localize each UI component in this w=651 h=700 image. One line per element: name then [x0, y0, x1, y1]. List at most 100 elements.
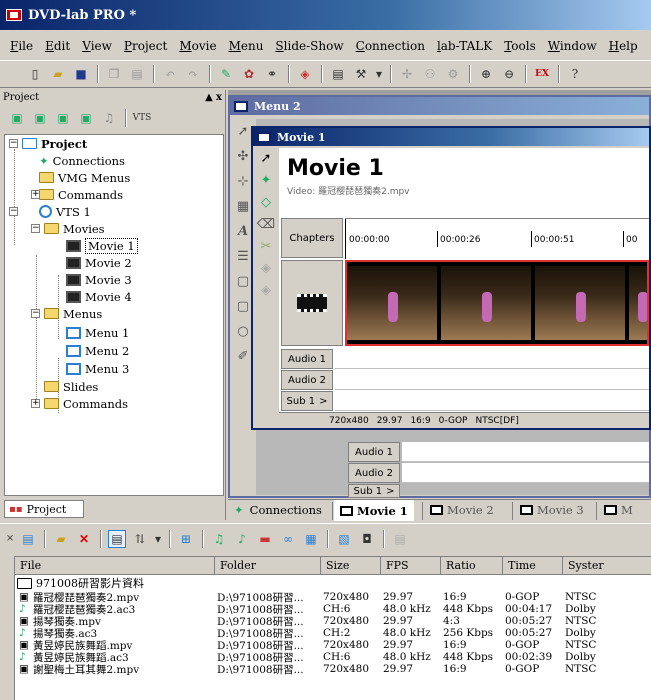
column-system[interactable]: Syster	[563, 557, 651, 575]
disabled-icon[interactable]: ▤	[391, 530, 409, 548]
audio1-lane[interactable]	[335, 349, 649, 369]
collapse-toggle[interactable]: −	[9, 139, 18, 148]
copy-icon[interactable]: ❐	[105, 65, 123, 83]
menu-window[interactable]: Window	[548, 39, 597, 53]
tree-item-connections[interactable]: ✦ Connections	[39, 152, 125, 169]
tree-item-movie-1[interactable]: Movie 1	[66, 237, 138, 254]
tree-item-commands-vts[interactable]: Commands	[44, 395, 128, 412]
tree-item-menu-3[interactable]: Menu 3	[66, 360, 129, 377]
binoculars-icon[interactable]: ⚭	[263, 65, 281, 83]
menu-lab-talk[interactable]: lab-TALK	[437, 39, 492, 53]
table-row[interactable]: ▣ 謝聖梅土耳其舞2.mpv D:\971008研習... 720x480 29.97 1…	[15, 663, 651, 676]
palette-icon[interactable]: ◈	[296, 65, 314, 83]
add-vmg-icon[interactable]: ▣	[77, 109, 95, 127]
preview-icon[interactable]: ◘	[358, 530, 376, 548]
panel-close-button[interactable]: x	[216, 92, 222, 103]
image-icon[interactable]: ▦	[302, 530, 320, 548]
demux-icon[interactable]: ▬	[256, 530, 274, 548]
save-icon[interactable]: ■	[72, 65, 90, 83]
details-view-icon[interactable]: ▤	[108, 529, 126, 548]
tab-more[interactable]: M	[598, 500, 639, 520]
view-icon[interactable]: ▤	[19, 530, 37, 548]
tree-item-slides[interactable]: Slides	[44, 378, 98, 395]
menu-file[interactable]: File	[10, 39, 33, 53]
tree-item-movie-4[interactable]: Movie 4	[66, 288, 132, 305]
tab-connections[interactable]: ✦ Connections	[228, 500, 328, 520]
add-slideshow-icon[interactable]: ▣	[54, 109, 72, 127]
column-file[interactable]: File	[15, 557, 215, 575]
audio-convert-icon[interactable]: ♫	[210, 530, 228, 548]
add-chapter-icon[interactable]: ✦	[255, 170, 277, 192]
tree-item-movie-3[interactable]: Movie 3	[66, 271, 132, 288]
tools-icon[interactable]: ⚒	[352, 65, 370, 83]
column-ratio[interactable]: Ratio	[441, 557, 503, 575]
tree-item-movie-2[interactable]: Movie 2	[66, 254, 132, 271]
help-icon[interactable]: ?	[566, 65, 584, 83]
sub-arrow[interactable]: >	[319, 396, 327, 407]
add-movie-icon[interactable]: ▣	[8, 109, 26, 127]
movie1-titlebar[interactable]: Movie 1	[253, 128, 649, 146]
tree-item-vmg-menus[interactable]: VMG Menus	[39, 169, 130, 186]
add-vts-icon[interactable]: VTS	[133, 109, 152, 127]
pro-ex-icon[interactable]: EX	[533, 65, 551, 83]
zoom-out-icon[interactable]: ⊖	[500, 65, 518, 83]
tree-item-commands[interactable]: Commands	[39, 186, 123, 203]
marker2-tool-icon[interactable]: ◈	[255, 280, 277, 302]
project-tab[interactable]: ▪▪ Project	[4, 500, 84, 518]
sub-arrow[interactable]: >	[386, 486, 394, 497]
menu-edit[interactable]: Edit	[45, 39, 70, 53]
collapse-toggle[interactable]: −	[9, 207, 18, 216]
menu-view[interactable]: View	[82, 39, 112, 53]
menu-connection[interactable]: Connection	[356, 39, 425, 53]
encode-icon[interactable]: ▧	[335, 530, 353, 548]
zoom-in-icon[interactable]: ⊕	[477, 65, 495, 83]
redo-icon[interactable]: ↷	[184, 65, 202, 83]
tree-item-menu-2[interactable]: Menu 2	[66, 342, 129, 359]
project-settings-icon[interactable]: ✿	[240, 65, 258, 83]
folder-row[interactable]: 971008研習影片資料	[15, 577, 651, 590]
ac3-icon[interactable]: ♪	[233, 530, 251, 548]
tab-movie-3[interactable]: Movie 3	[514, 500, 590, 520]
hierarchy-icon[interactable]: ⊞	[177, 530, 195, 548]
audio2-lane[interactable]	[335, 370, 649, 390]
chapter-marker[interactable]	[345, 219, 346, 259]
menu-tools[interactable]: Tools	[504, 39, 536, 53]
expand-toggle[interactable]: +	[31, 399, 40, 408]
marker-tool-icon[interactable]: ◈	[255, 258, 277, 280]
video-timeline-strip[interactable]	[345, 260, 649, 346]
eraser-tool-icon[interactable]: ⌫	[255, 214, 277, 236]
delete-icon[interactable]: ✕	[75, 530, 93, 548]
sort-icon[interactable]: ⇅	[131, 530, 149, 548]
compile-icon[interactable]: ✢	[398, 65, 416, 83]
add-menu-icon[interactable]: ▣	[31, 109, 49, 127]
column-time[interactable]: Time	[503, 557, 563, 575]
menu-help[interactable]: Help	[609, 39, 638, 53]
dropdown-arrow-icon[interactable]: ▾	[375, 65, 383, 83]
open-folder-icon[interactable]: ▰	[52, 530, 70, 548]
undo-icon[interactable]: ↶	[161, 65, 179, 83]
collapse-toggle[interactable]: −	[31, 309, 40, 318]
tree-item-menu-1[interactable]: Menu 1	[66, 324, 129, 341]
paste-icon[interactable]: ▤	[128, 65, 146, 83]
dvd-icon[interactable]: ⚇	[421, 65, 439, 83]
column-fps[interactable]: FPS	[381, 557, 441, 575]
menu-slide-show[interactable]: Slide-Show	[275, 39, 343, 53]
menu-project[interactable]: Project	[124, 39, 167, 53]
menu2-titlebar[interactable]: Menu 2	[230, 97, 649, 115]
tree-item-project[interactable]: Project	[22, 135, 87, 152]
column-folder[interactable]: Folder	[215, 557, 321, 575]
tab-movie-2[interactable]: Movie 2	[424, 500, 500, 520]
chapter-nav-icon[interactable]: ◇	[255, 192, 277, 214]
close-panel-icon[interactable]: ×	[6, 530, 14, 548]
menu-menu[interactable]: Menu	[229, 39, 264, 53]
properties-icon[interactable]: ▤	[329, 65, 347, 83]
tree-item-vts1[interactable]: VTS 1	[39, 203, 91, 220]
collapse-toggle[interactable]: −	[31, 224, 40, 233]
column-size[interactable]: Size	[321, 557, 381, 575]
sub1-lane[interactable]	[335, 391, 649, 411]
menu-movie[interactable]: Movie	[179, 39, 216, 53]
mux-icon[interactable]: ∞	[279, 530, 297, 548]
wizard-icon[interactable]: ✎	[217, 65, 235, 83]
burn-icon[interactable]: ⚙	[444, 65, 462, 83]
cut-tool-icon[interactable]: ✂	[255, 236, 277, 258]
